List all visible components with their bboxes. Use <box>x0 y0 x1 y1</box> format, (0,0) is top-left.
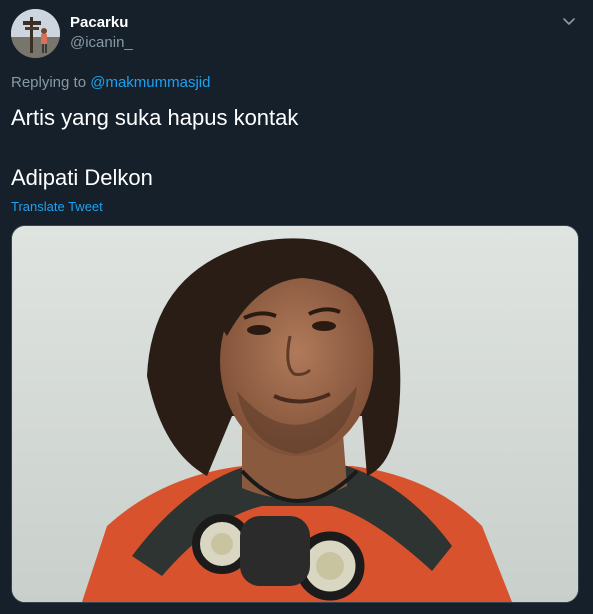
photo-portrait <box>12 226 578 602</box>
replying-to-label: Replying to <box>11 74 91 91</box>
avatar[interactable] <box>11 9 60 58</box>
chevron-down-icon[interactable] <box>561 13 577 29</box>
tweet-text-line-2: Adipati Delkon <box>11 165 153 190</box>
translate-tweet-link[interactable]: Translate Tweet <box>11 199 103 215</box>
avatar-image <box>11 9 60 58</box>
display-name[interactable]: Pacarku <box>70 14 133 32</box>
tweet: Pacarku @icanin_ Replying to @makmummasj… <box>0 0 593 614</box>
author-block: Pacarku @icanin_ <box>70 14 133 53</box>
user-handle[interactable]: @icanin_ <box>70 33 133 53</box>
tweet-photo[interactable] <box>11 225 579 603</box>
replying-to: Replying to @makmummasjid <box>11 73 210 93</box>
tweet-text-line-1: Artis yang suka hapus kontak <box>11 105 299 130</box>
mention-link[interactable]: @makmummasjid <box>90 74 210 91</box>
